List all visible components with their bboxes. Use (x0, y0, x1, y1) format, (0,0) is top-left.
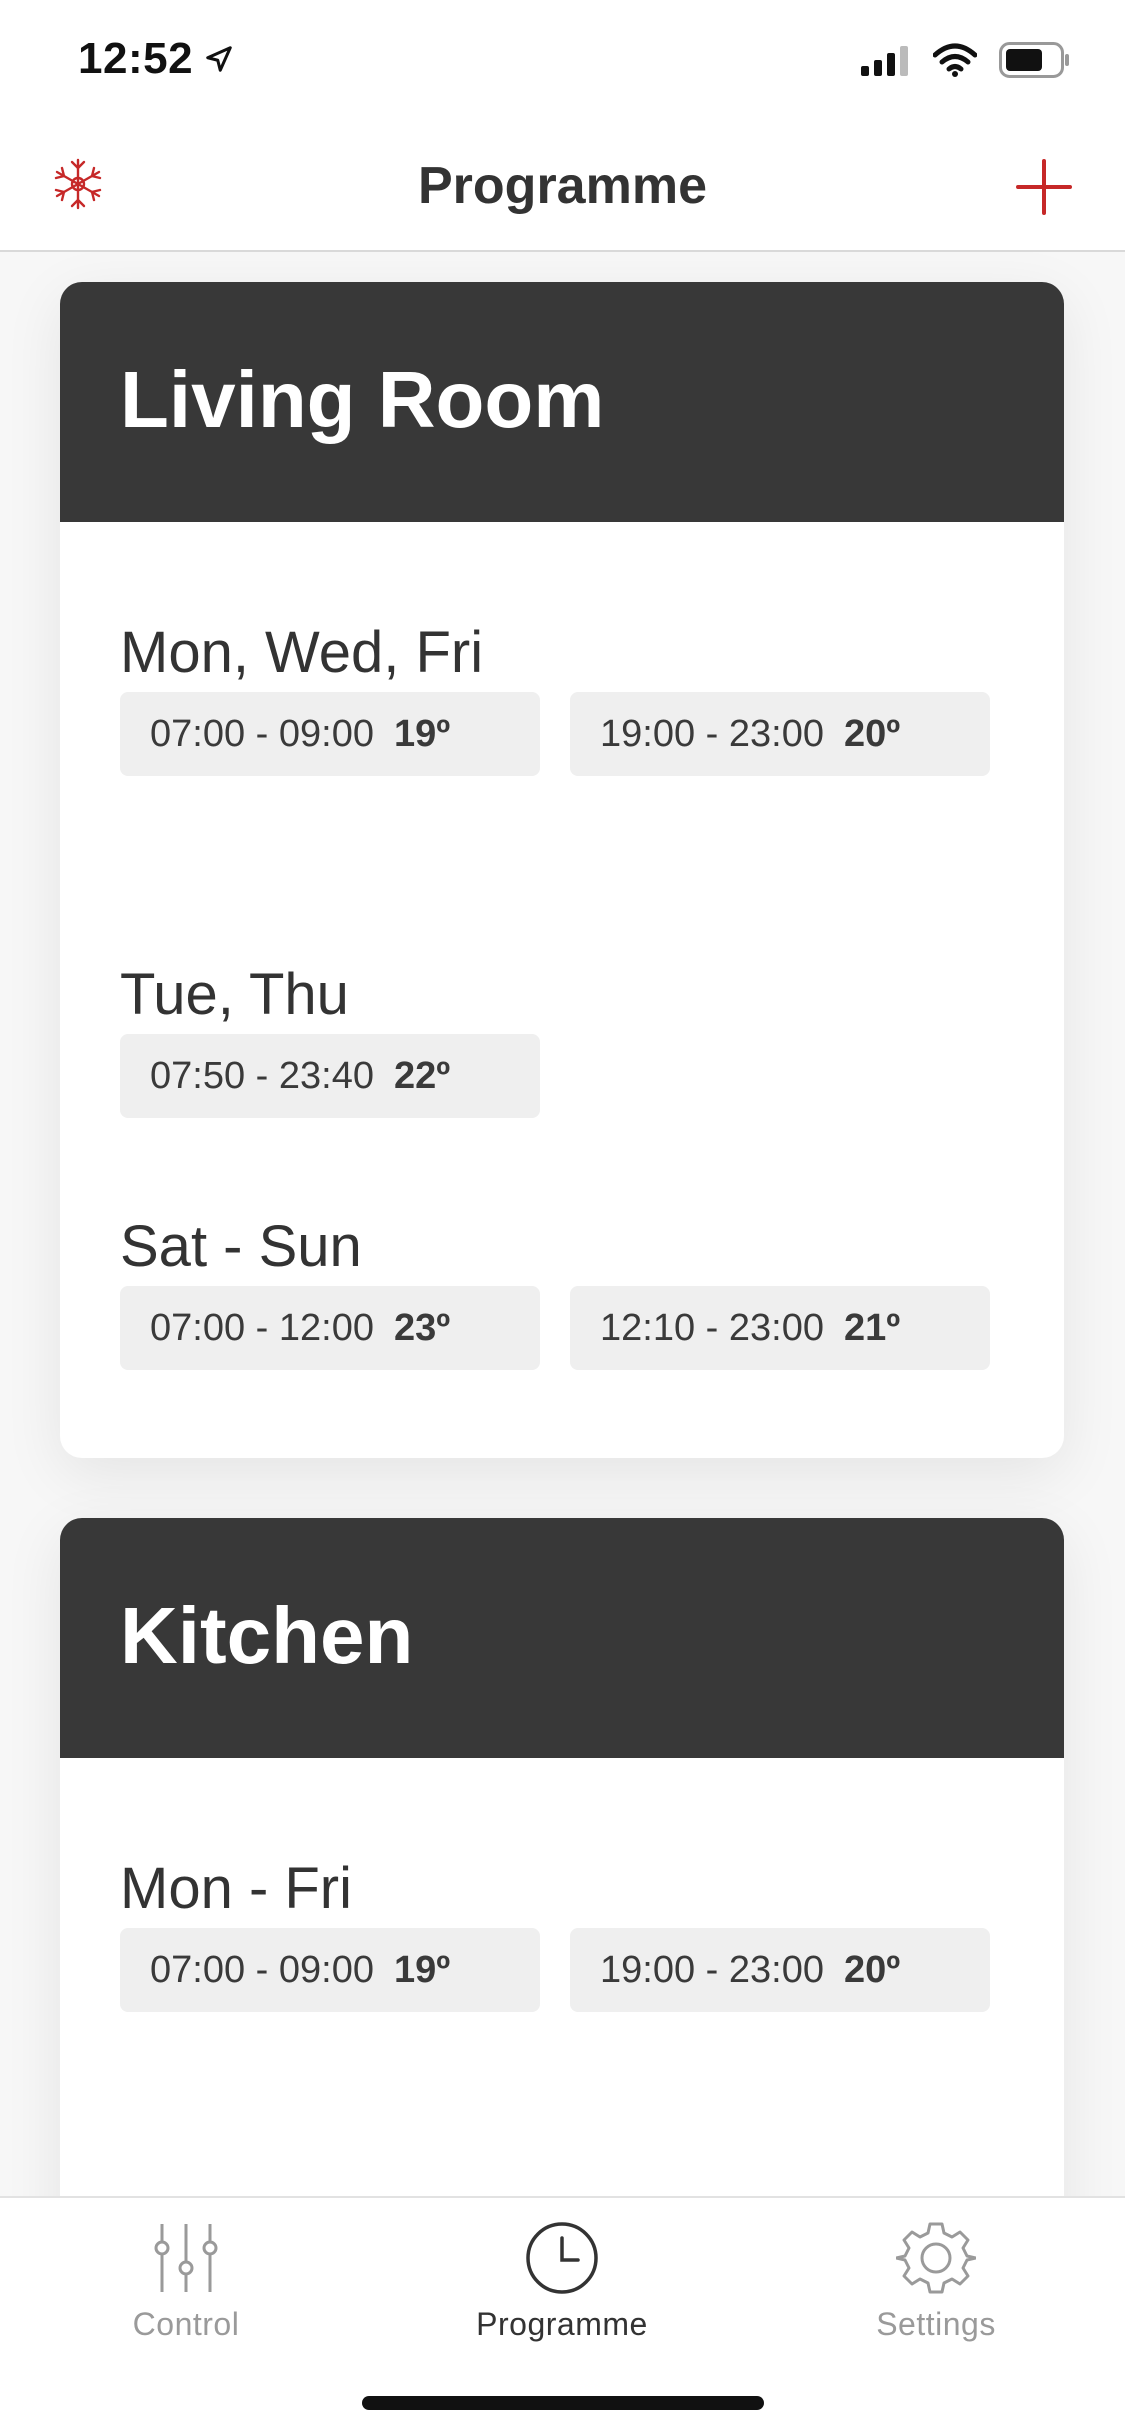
slot-time: 07:50 - 23:40 (150, 1054, 374, 1097)
room-card-living-room[interactable]: Living Room Mon, Wed, Fri 07:00 - 09:00 … (60, 282, 1064, 1458)
status-bar: 12:52 (0, 0, 1125, 120)
schedule-days: Sat - Sun (120, 2188, 362, 2196)
room-name: Kitchen (120, 1591, 414, 1680)
home-indicator (362, 2396, 764, 2410)
time-slot-chip[interactable]: 19:00 - 23:00 20º (570, 692, 990, 776)
status-icons (861, 42, 1071, 78)
navigation-bar: Programme (0, 120, 1125, 252)
slot-temp: 21º (843, 1306, 901, 1349)
room-header: Kitchen (60, 1518, 1064, 1758)
slot-temp: 20º (843, 1948, 901, 1991)
wifi-icon (933, 43, 977, 77)
location-arrow-icon (206, 46, 232, 72)
time-slot-chip[interactable]: 12:10 - 23:00 21º (570, 1286, 990, 1370)
room-card-kitchen[interactable]: Kitchen Mon - Fri 07:00 - 09:00 19º 19:0… (60, 1518, 1064, 2196)
slot-temp: 20º (843, 712, 901, 755)
status-time: 12:52 (78, 34, 194, 83)
slot-time: 07:00 - 09:00 (150, 712, 374, 755)
page-title: Programme (418, 157, 707, 215)
slot-temp: 22º (393, 1054, 451, 1097)
tab-label: Programme (476, 2306, 648, 2342)
tab-label: Control (132, 2306, 240, 2342)
tab-settings[interactable]: Settings (786, 2218, 1086, 2343)
schedule-group[interactable]: Sat - Sun (120, 2188, 362, 2196)
schedule-group[interactable]: Mon - Fri 07:00 - 09:00 19º 19:00 - 23:0… (120, 1856, 990, 2012)
time-slot-chip[interactable]: 07:00 - 09:00 19º (120, 692, 540, 776)
room-name: Living Room (120, 355, 605, 444)
schedule-group[interactable]: Tue, Thu 07:50 - 23:40 22º (120, 962, 540, 1118)
sliders-icon (154, 2224, 218, 2292)
tab-control[interactable]: Control (36, 2218, 336, 2343)
clock-icon (526, 2222, 598, 2294)
programme-list[interactable]: Living Room Mon, Wed, Fri 07:00 - 09:00 … (0, 252, 1125, 2196)
schedule-days: Mon, Wed, Fri (120, 620, 484, 685)
slot-time: 07:00 - 09:00 (150, 1948, 374, 1991)
tab-label: Settings (876, 2306, 996, 2342)
room-header: Living Room (60, 282, 1064, 522)
plus-icon[interactable] (1015, 158, 1073, 216)
time-slot-chip[interactable]: 07:00 - 09:00 19º (120, 1928, 540, 2012)
time-slot-chip[interactable]: 07:50 - 23:40 22º (120, 1034, 540, 1118)
signal-icon (861, 46, 908, 76)
schedule-group[interactable]: Sat - Sun 07:00 - 12:00 23º 12:10 - 23:0… (120, 1214, 990, 1370)
slot-time: 07:00 - 12:00 (150, 1306, 374, 1349)
slot-temp: 19º (393, 712, 451, 755)
slot-temp: 23º (393, 1306, 451, 1349)
slot-time: 19:00 - 23:00 (600, 1948, 824, 1991)
tab-programme[interactable]: Programme (412, 2218, 712, 2343)
schedule-days: Tue, Thu (120, 962, 349, 1027)
slot-time: 19:00 - 23:00 (600, 712, 824, 755)
schedule-days: Mon - Fri (120, 1856, 352, 1921)
battery-icon (999, 42, 1069, 78)
slot-temp: 19º (393, 1948, 451, 1991)
slot-time: 12:10 - 23:00 (600, 1306, 824, 1349)
schedule-group[interactable]: Mon, Wed, Fri 07:00 - 09:00 19º 19:00 - … (120, 620, 990, 776)
gear-icon (896, 2222, 976, 2294)
time-slot-chip[interactable]: 07:00 - 12:00 23º (120, 1286, 540, 1370)
time-slot-chip[interactable]: 19:00 - 23:00 20º (570, 1928, 990, 2012)
schedule-days: Sat - Sun (120, 1214, 362, 1279)
